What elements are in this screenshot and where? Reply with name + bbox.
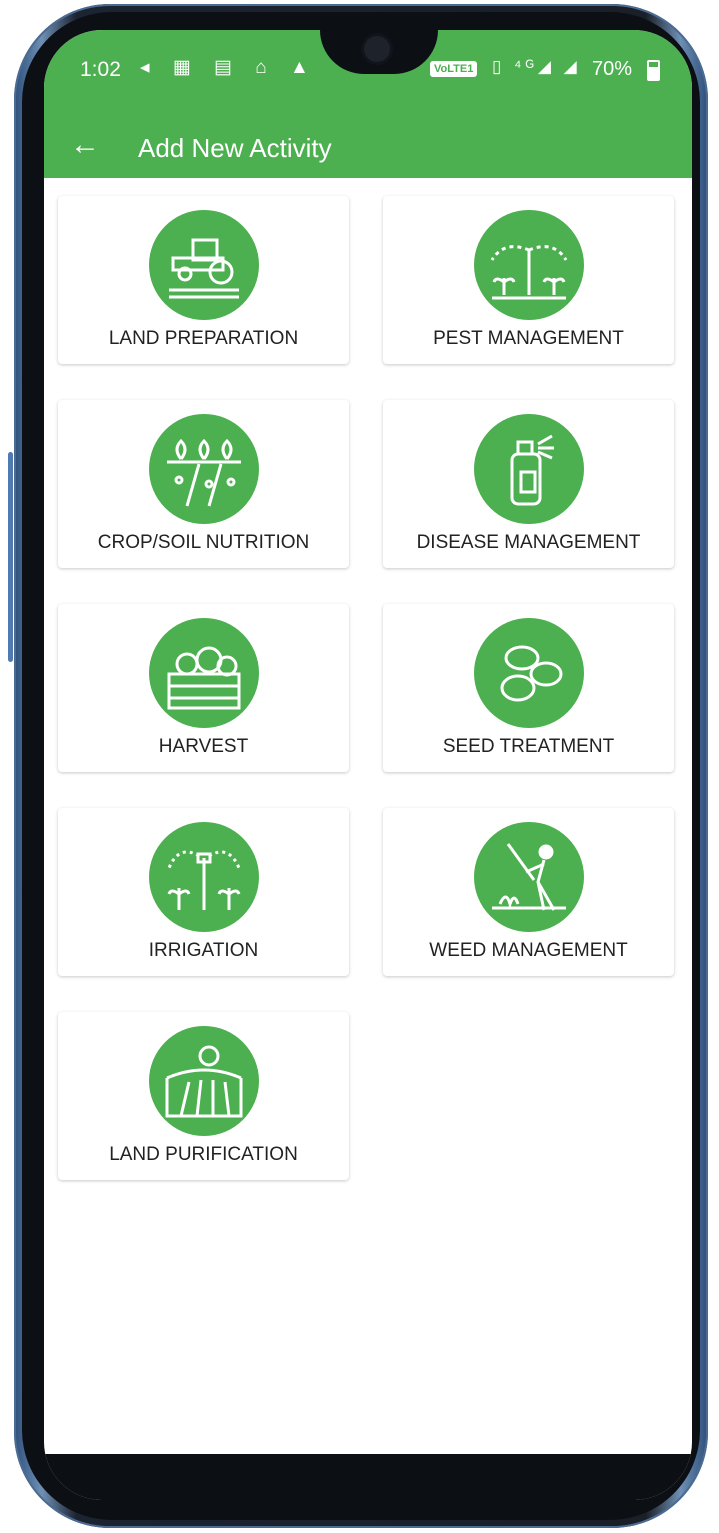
front-camera [364,36,390,62]
activity-label: SEED TREATMENT [442,736,615,757]
crop-rows-icon [149,414,259,524]
back-arrow-icon[interactable]: ← [70,128,100,162]
activity-card-weed-management[interactable]: WEED MANAGEMENT [383,808,674,976]
activity-label: LAND PURIFICATION [109,1144,298,1165]
vegetable-crate-icon [149,618,259,728]
battery-percent: 70% [592,58,633,80]
activity-label: WEED MANAGEMENT [429,940,628,961]
app-bar: ← Add New Activity [44,116,692,178]
activity-card-land-preparation[interactable]: LAND PREPARATION [58,196,349,364]
volume-button [8,452,13,662]
activity-card-crop-soil-nutrition[interactable]: CROP/SOIL NUTRITION [58,400,349,568]
spray-bottle-icon [474,414,584,524]
activity-card-harvest[interactable]: HARVEST [58,604,349,772]
bottom-bezel [44,1454,692,1500]
notification-icons: ◂ ▦ ▤ ⌂ ▲ [140,57,318,78]
activity-label: IRRIGATION [148,940,259,961]
farmer-hoe-icon [474,822,584,932]
volte-badge: VoLTE1 [430,61,478,77]
activity-label: HARVEST [158,736,249,757]
activity-card-disease-management[interactable]: DISEASE MANAGEMENT [383,400,674,568]
battery-icon [647,60,660,81]
sun-field-icon [149,1026,259,1136]
seeds-icon [474,618,584,728]
activity-card-land-purification[interactable]: LAND PURIFICATION [58,1012,349,1180]
activity-label: PEST MANAGEMENT [433,328,624,349]
activity-label: LAND PREPARATION [108,328,299,349]
page-title: Add New Activity [138,133,332,163]
activity-label: CROP/SOIL NUTRITION [97,532,310,553]
activity-card-seed-treatment[interactable]: SEED TREATMENT [383,604,674,772]
sprinkler-plants-icon [474,210,584,320]
signal-icons: ▯ ⁴ᴳ◢ ◢ [492,57,581,76]
screen: 1:02 ◂ ▦ ▤ ⌂ ▲ VoLTE1 ▯ ⁴ᴳ◢ ◢ 70% ← Add … [44,30,692,1500]
irrigation-sprinkler-icon [149,822,259,932]
activity-label: DISEASE MANAGEMENT [416,532,641,553]
activity-card-irrigation[interactable]: IRRIGATION [58,808,349,976]
tractor-icon [149,210,259,320]
status-time: 1:02 [80,58,121,81]
activity-card-pest-management[interactable]: PEST MANAGEMENT [383,196,674,364]
